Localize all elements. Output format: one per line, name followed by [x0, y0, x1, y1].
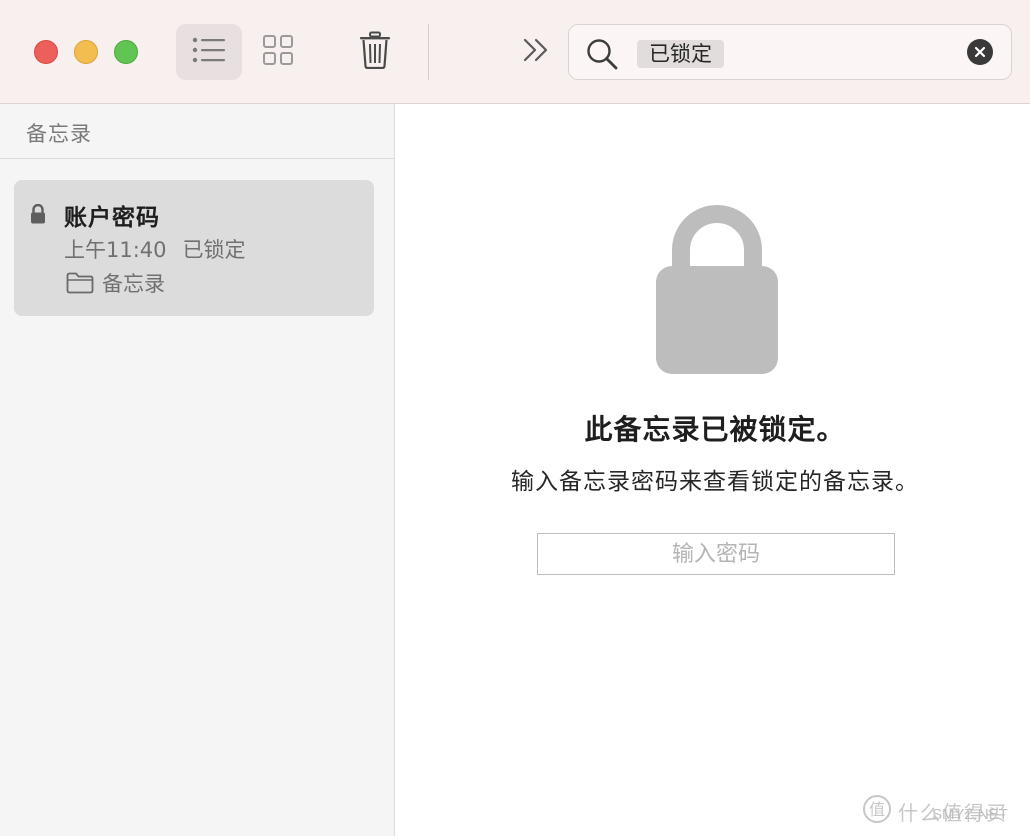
clear-icon: [974, 46, 986, 58]
svg-text:值: 值: [869, 800, 885, 819]
search-icon: [585, 37, 619, 75]
maximize-window-button[interactable]: [114, 40, 138, 64]
folder-title: 备忘录: [26, 122, 92, 146]
notes-window: 已锁定 备忘录 账户密码 上午11:40 已锁定 备忘录 此备忘录已被锁定。 输…: [0, 0, 1030, 836]
note-title: 账户密码: [64, 205, 160, 231]
chevron-double-right-icon: [522, 37, 550, 67]
lock-icon: [30, 203, 46, 228]
watermark-logo-icon: 值: [862, 794, 892, 828]
folder-icon: [66, 272, 94, 294]
gallery-view-button[interactable]: [252, 24, 304, 80]
search-token[interactable]: 已锁定: [637, 40, 724, 68]
more-toolbar-items-button[interactable]: [514, 30, 558, 74]
list-icon: [191, 35, 227, 69]
locked-subtitle: 输入备忘录密码来查看锁定的备忘录。: [511, 469, 919, 495]
watermark-sub: SMYZ.NET: [932, 806, 1008, 823]
clear-search-button[interactable]: [967, 39, 993, 65]
note-folder: 备忘录: [66, 268, 165, 298]
delete-note-button[interactable]: [350, 24, 400, 80]
note-meta: 上午11:40 已锁定: [64, 234, 246, 264]
minimize-window-button[interactable]: [74, 40, 98, 64]
note-content-area: 此备忘录已被锁定。 输入备忘录密码来查看锁定的备忘录。: [395, 104, 1030, 836]
toolbar-divider: [428, 24, 429, 80]
locked-note-lock-icon: [653, 196, 781, 380]
note-time: 上午11:40: [64, 238, 167, 262]
close-window-button[interactable]: [34, 40, 58, 64]
locked-title: 此备忘录已被锁定。: [584, 413, 846, 446]
watermark: 值 什么值得买 SMYZ.NET: [862, 794, 1008, 828]
grid-icon: [262, 34, 294, 70]
sidebar-header: 备忘录: [0, 104, 394, 159]
toolbar: 已锁定: [0, 0, 1030, 104]
note-list-item[interactable]: 账户密码 上午11:40 已锁定 备忘录: [14, 180, 374, 316]
note-folder-label: 备忘录: [102, 272, 165, 296]
note-status: 已锁定: [182, 238, 246, 262]
list-view-button[interactable]: [176, 24, 242, 80]
note-list-sidebar: 备忘录 账户密码 上午11:40 已锁定 备忘录: [0, 104, 395, 836]
trash-icon: [359, 31, 391, 73]
search-field[interactable]: 已锁定: [568, 24, 1012, 80]
password-input[interactable]: [537, 533, 895, 575]
